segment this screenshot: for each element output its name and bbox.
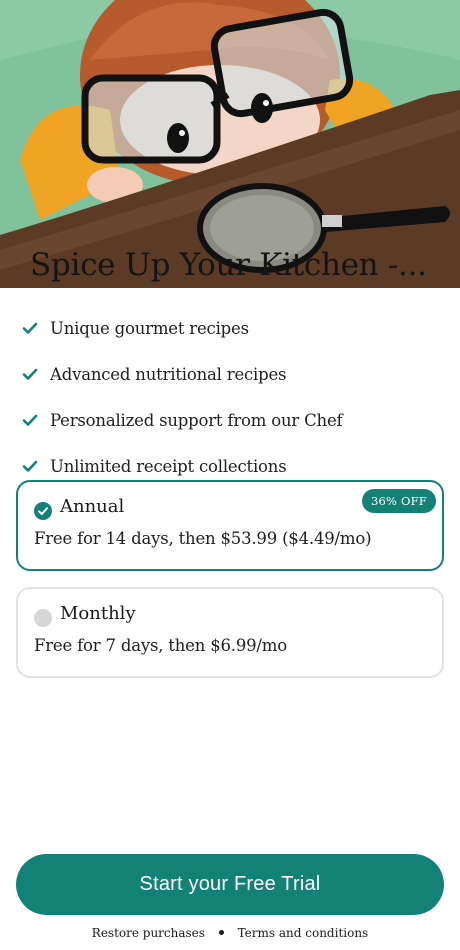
discount-badge: 36% OFF: [361, 489, 436, 513]
radio-unchecked-icon[interactable]: [34, 609, 52, 627]
plan-option-monthly[interactable]: Monthly Free for 7 days, then $6.99/mo: [16, 587, 444, 678]
feature-list: Unique gourmet recipes Advanced nutritio…: [22, 305, 442, 489]
plan-description: Free for 7 days, then $6.99/mo: [34, 636, 287, 655]
feature-label: Unlimited receipt collections: [50, 456, 287, 476]
plan-description: Free for 14 days, then $53.99 ($4.49/mo): [34, 529, 372, 548]
feature-label: Personalized support from our Chef: [50, 410, 343, 430]
check-icon: [22, 366, 38, 382]
list-item: Unique gourmet recipes: [22, 305, 442, 351]
check-icon: [22, 458, 38, 474]
start-free-trial-button[interactable]: Start your Free Trial: [16, 854, 444, 915]
check-icon: [22, 320, 38, 336]
restore-purchases-link[interactable]: Restore purchases: [92, 926, 205, 940]
plan-name: Annual: [60, 496, 125, 517]
feature-label: Unique gourmet recipes: [50, 318, 249, 338]
list-item: Personalized support from our Chef: [22, 397, 442, 443]
check-icon: [22, 412, 38, 428]
page-title: Spice Up Your Kitchen -...: [30, 247, 427, 283]
list-item: Advanced nutritional recipes: [22, 351, 442, 397]
separator-dot: [218, 930, 224, 935]
plan-option-annual[interactable]: Annual 36% OFF Free for 14 days, then $5…: [16, 480, 444, 571]
feature-label: Advanced nutritional recipes: [50, 364, 287, 384]
plan-name: Monthly: [60, 603, 136, 624]
footer-links: Restore purchases Terms and conditions: [0, 925, 460, 940]
hero-illustration: [0, 0, 460, 288]
radio-checked-icon[interactable]: [34, 502, 52, 520]
terms-link[interactable]: Terms and conditions: [238, 926, 369, 940]
hero-image: Spice Up Your Kitchen -...: [0, 0, 460, 288]
